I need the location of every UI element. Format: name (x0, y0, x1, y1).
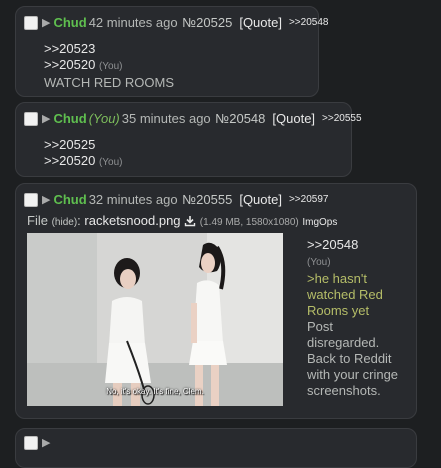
post-20555: ▶ Chud 32 minutes ago №20555 [Quote] >>20597… (15, 183, 417, 419)
post-20548: ▶ Chud (You) 35 minutes ago №20548 [Quote] >>… (15, 102, 362, 177)
reply-backlink[interactable]: >>20555 (322, 113, 362, 124)
post-checkbox[interactable] (24, 192, 38, 207)
post-number[interactable]: №20525 (182, 15, 232, 30)
quote-button[interactable]: [Quote] (272, 111, 315, 126)
post-number[interactable]: №20555 (182, 192, 232, 207)
poster-name: Chud (53, 111, 87, 127)
quote-button[interactable]: [Quote] (239, 192, 282, 207)
quote-link[interactable]: >>20520 (44, 57, 95, 72)
triangle-right-icon[interactable]: ▶ (42, 16, 50, 29)
you-marker: (You) (98, 61, 123, 72)
post-time: 35 minutes ago (121, 111, 211, 127)
post-time: 42 minutes ago (88, 15, 178, 31)
post-20525: ▶ Chud 42 minutes ago №20525 [Quote] >>20548… (15, 6, 328, 97)
post-checkbox[interactable] (24, 15, 38, 30)
poster-name: Chud (53, 192, 87, 208)
quote-link[interactable]: >>20548 (307, 237, 358, 252)
post-text: Post disregarded. Back to Reddit with yo… (307, 319, 399, 398)
file-info: File (hide): racketsnood.png (1.49 MB, 1… (27, 213, 338, 230)
greentext: >he hasn't watched Red Rooms yet (307, 271, 383, 318)
you-marker: (You) (98, 157, 123, 168)
hide-link[interactable]: (hide) (52, 217, 78, 228)
file-name-link[interactable]: racketsnood.png (84, 213, 180, 228)
you-marker: (You) (88, 111, 120, 127)
triangle-right-icon[interactable]: ▶ (42, 193, 50, 206)
quote-link[interactable]: >>20525 (44, 137, 95, 152)
post-number[interactable]: №20548 (215, 111, 265, 126)
reply-backlink[interactable]: >>20597 (289, 194, 329, 205)
triangle-right-icon[interactable]: ▶ (42, 436, 50, 449)
post-partial: ▶ (15, 428, 417, 468)
quote-link[interactable]: >>20520 (44, 153, 95, 168)
quote-link[interactable]: >>20523 (44, 41, 95, 56)
post-checkbox[interactable] (24, 111, 38, 126)
download-icon[interactable] (184, 215, 196, 230)
image-subtitle: No, it's okay. It's fine, Clem. (106, 387, 204, 396)
you-marker: (You) (307, 257, 331, 268)
post-text: WATCH RED ROOMS (44, 75, 174, 90)
triangle-right-icon[interactable]: ▶ (42, 112, 50, 125)
poster-name: Chud (53, 15, 87, 31)
quote-button[interactable]: [Quote] (239, 15, 282, 30)
post-time: 32 minutes ago (88, 192, 178, 208)
file-meta: (1.49 MB, 1580x1080) (199, 217, 299, 228)
post-image-thumbnail[interactable]: No, it's okay. It's fine, Clem. (27, 233, 283, 406)
imgops-link[interactable]: ImgOps (302, 217, 337, 228)
file-label: File (27, 213, 48, 228)
reply-backlink[interactable]: >>20548 (289, 17, 329, 28)
